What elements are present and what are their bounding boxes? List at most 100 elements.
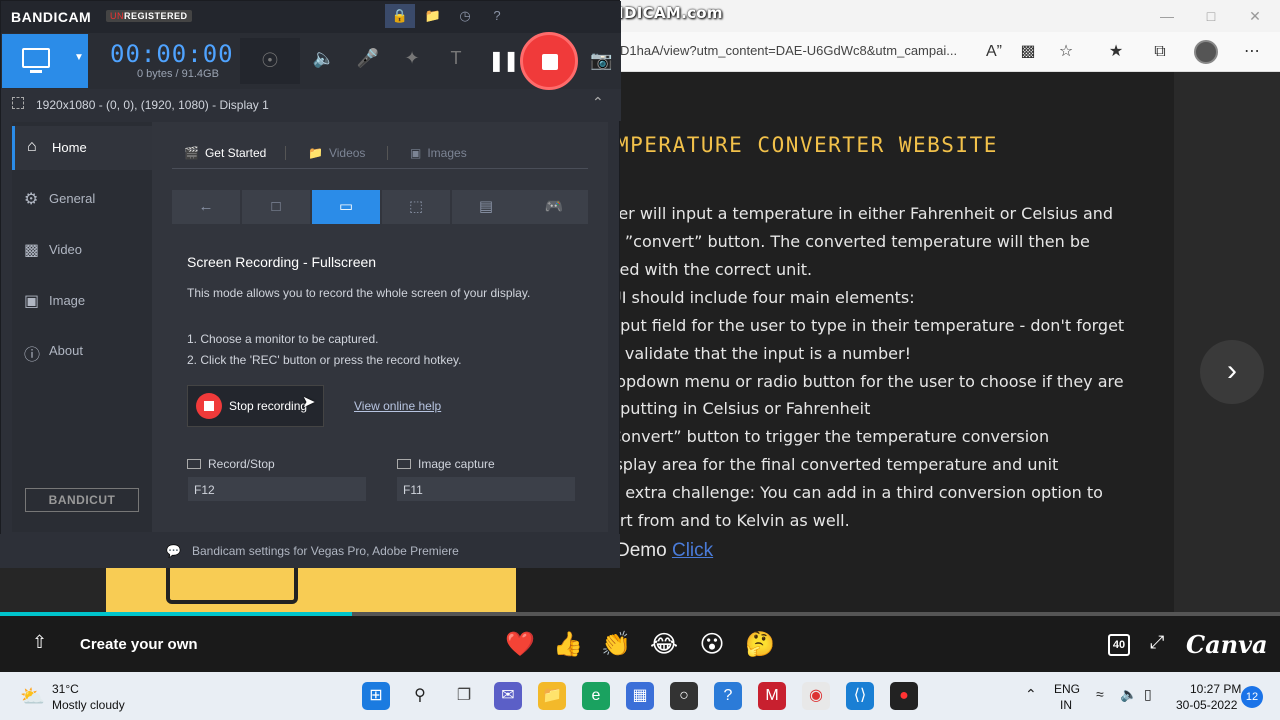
favorites-icon[interactable]: ★	[1104, 40, 1128, 64]
help-icon[interactable]: ?	[482, 4, 512, 28]
fullscreen-icon[interactable]: ⤢	[1150, 632, 1164, 653]
capture-hotkey-field[interactable]: F11	[397, 477, 575, 501]
game-mode-button[interactable]: 🎮	[520, 190, 588, 224]
rectangle-mode-button[interactable]: □	[242, 190, 310, 224]
video-folder-icon: 📁	[308, 146, 323, 160]
chevron-up-icon[interactable]: ⌃	[592, 94, 604, 111]
clock-icon[interactable]: ◷	[450, 4, 480, 28]
search-icon[interactable]: ⚲	[406, 682, 434, 710]
heart-reaction-icon[interactable]: ❤️	[505, 630, 535, 659]
region-info: 1920x1080 - (0, 0), (1920, 1080) - Displ…	[36, 98, 269, 112]
record-hotkey-field[interactable]: F12	[188, 477, 366, 501]
sidebar-item-label: Home	[52, 140, 87, 155]
chat-bubble-icon: 💬	[166, 544, 181, 558]
language-indicator[interactable]: ENG	[1054, 682, 1080, 696]
immersive-reader-icon[interactable]: ▩	[1016, 40, 1040, 64]
share-icon[interactable]: ⇧	[32, 632, 54, 654]
clap-reaction-icon[interactable]: 👏	[601, 630, 631, 659]
file-explorer-icon[interactable]: 📁	[538, 682, 566, 710]
close-icon[interactable]: ✕	[1240, 6, 1270, 26]
chevron-down-icon[interactable]: ▼	[74, 52, 84, 63]
online-help-link[interactable]: View online help	[354, 399, 441, 413]
address-bar[interactable]: D1haA/view?utm_content=DAE-U6GdWc8&utm_c…	[620, 43, 957, 58]
text-overlay-icon[interactable]: T	[442, 48, 470, 69]
mouse-cursor-icon[interactable]: ✦	[398, 48, 426, 69]
thinking-reaction-icon[interactable]: 🤔	[745, 630, 775, 659]
webcam-icon[interactable]: ☉	[240, 38, 300, 84]
weather-temperature[interactable]: 31°C	[52, 682, 79, 696]
microphone-icon[interactable]: 🎤	[354, 48, 382, 69]
stop-icon	[204, 401, 214, 411]
bandicut-button[interactable]: BANDICUT	[25, 488, 139, 512]
laugh-reaction-icon[interactable]: 😂	[649, 630, 679, 659]
folder-icon[interactable]: 📁	[418, 4, 448, 28]
footer-link[interactable]: Bandicam settings for Vegas Pro, Adobe P…	[192, 544, 459, 558]
store-icon[interactable]: ▦	[626, 682, 654, 710]
tab-label: Get Started	[204, 146, 267, 160]
thumbs-up-reaction-icon[interactable]: 👍	[553, 630, 583, 659]
tab-get-started[interactable]: 🎬 Get Started	[184, 146, 266, 160]
tray-overflow-icon[interactable]: ⌃	[1025, 686, 1037, 703]
volume-icon[interactable]: 🔈	[1120, 686, 1137, 703]
app-icon[interactable]: ○	[670, 682, 698, 710]
sidebar-item-general[interactable]: ⚙ General	[12, 177, 152, 221]
tab-videos[interactable]: 📁 Videos	[308, 146, 365, 160]
create-your-own-link[interactable]: Create your own	[80, 636, 198, 653]
minimize-icon[interactable]: —	[1152, 6, 1182, 26]
weather-cloudy-icon[interactable]: ⛅	[20, 684, 45, 709]
bandicam-taskbar-icon[interactable]: ●	[890, 682, 918, 710]
mode-heading: Screen Recording - Fullscreen	[187, 254, 377, 270]
around-mouse-mode-button[interactable]: ⬚	[382, 190, 450, 224]
camera-icon[interactable]: 📷	[590, 50, 612, 71]
tab-images[interactable]: ▣ Images	[410, 146, 467, 160]
vscode-icon[interactable]: ⟨⟩	[846, 682, 874, 710]
start-icon[interactable]: ⊞	[362, 682, 390, 710]
keyboard-region[interactable]: IN	[1060, 698, 1072, 712]
sidebar-item-home[interactable]: ⌂ Home	[12, 126, 152, 170]
lock-icon[interactable]: 🔒	[385, 4, 415, 28]
keyboard-icon	[187, 459, 201, 469]
sidebar-item-image[interactable]: ▣ Image	[12, 279, 152, 323]
page-count-badge[interactable]: 40	[1108, 634, 1130, 656]
speaker-icon[interactable]: 🔈	[310, 48, 338, 69]
maximize-icon[interactable]: □	[1196, 6, 1226, 26]
edge-icon[interactable]: e	[582, 682, 610, 710]
slide-text-line: ropdown menu or radio button for the use…	[610, 372, 1124, 391]
wifi-icon[interactable]: ≈	[1096, 686, 1104, 702]
add-favorite-icon[interactable]: ☆	[1054, 40, 1078, 64]
battery-icon[interactable]: ▯	[1144, 686, 1152, 703]
collections-icon[interactable]: ⧉	[1148, 40, 1172, 64]
slide-text-line: yed with the correct unit.	[610, 260, 813, 279]
next-slide-button[interactable]: ›	[1200, 340, 1264, 404]
sidebar-item-label: General	[49, 191, 96, 206]
clock-time[interactable]: 10:27 PM	[1190, 682, 1241, 696]
canva-logo[interactable]: Canva	[1186, 630, 1268, 659]
pause-icon[interactable]: ❚❚	[488, 48, 519, 73]
chat-icon[interactable]: ✉	[494, 682, 522, 710]
weather-description[interactable]: Mostly cloudy	[52, 698, 125, 712]
demo-link[interactable]: Click	[672, 540, 713, 561]
slide-text-line: n extra challenge: You can add in a thir…	[610, 483, 1103, 502]
stop-icon	[542, 54, 558, 70]
slide-text-line: ser will input a temperature in either F…	[610, 204, 1114, 223]
bandicam-titlebar	[1, 1, 621, 33]
clock-date[interactable]: 30-05-2022	[1176, 698, 1237, 712]
more-icon[interactable]: ⋯	[1240, 40, 1264, 64]
task-view-icon[interactable]: ❐	[450, 682, 478, 710]
mcafee-icon[interactable]: M	[758, 682, 786, 710]
slide-text-line: a ”convert” button. The converted temper…	[610, 232, 1090, 251]
fullscreen-mode-button[interactable]: ▭	[312, 190, 380, 224]
sidebar-item-video[interactable]: ▩ Video	[12, 228, 152, 272]
notification-badge[interactable]: 12	[1241, 686, 1263, 708]
chrome-icon[interactable]: ◉	[802, 682, 830, 710]
device-mode-button[interactable]: ▤	[452, 190, 520, 224]
record-hotkey-label: Record/Stop	[187, 457, 275, 471]
registration-badge: UNREGISTERED	[106, 10, 192, 22]
read-aloud-icon[interactable]: A”	[982, 40, 1006, 64]
surprised-reaction-icon[interactable]: 😮	[697, 630, 727, 659]
back-mode-button[interactable]: ←	[172, 190, 240, 224]
profile-avatar[interactable]	[1194, 40, 1218, 64]
help-icon[interactable]: ?	[714, 682, 742, 710]
sidebar-item-about[interactable]: ⓘ About	[12, 329, 152, 373]
sidebar-item-label: Image	[49, 293, 86, 308]
